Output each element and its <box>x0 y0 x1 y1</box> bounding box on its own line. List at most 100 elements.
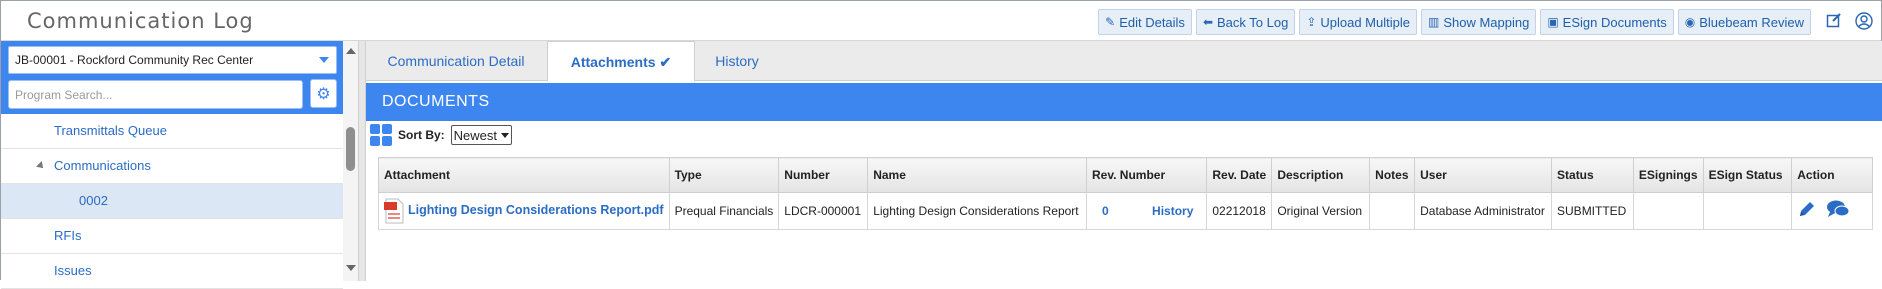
sidebar-item-communications[interactable]: Communications <box>1 149 343 184</box>
toolbar: ✎ Edit Details ⬅ Back To Log ⇪ Upload Mu… <box>1098 9 1811 35</box>
rev-number-cell: 0 History <box>1085 192 1208 230</box>
sidebar-item-label: 0002 <box>79 193 108 208</box>
comments-icon[interactable] <box>1826 200 1850 223</box>
show-mapping-label: Show Mapping <box>1443 14 1530 30</box>
esign-documents-label: ESign Documents <box>1562 14 1667 30</box>
back-to-log-label: Back To Log <box>1217 14 1289 30</box>
tab-label: Attachments <box>570 54 656 70</box>
sidebar: JB-00001 - Rockford Community Rec Center… <box>1 41 358 289</box>
edit-details-button[interactable]: ✎ Edit Details <box>1098 9 1192 35</box>
column-header[interactable]: Number <box>778 157 869 193</box>
tab-label: History <box>715 53 759 69</box>
user-icon[interactable] <box>1855 12 1873 30</box>
chevron-down-icon <box>319 57 329 63</box>
type-cell: Prequal Financials <box>668 192 780 230</box>
tab-attachments[interactable]: Attachments ✔ <box>547 41 695 82</box>
edit-details-label: Edit Details <box>1119 14 1185 30</box>
app-frame: Communication Log ✎ Edit Details ⬅ Back … <box>0 0 1882 289</box>
column-header[interactable]: Status <box>1551 157 1634 193</box>
name-cell: Lighting Design Considerations Report <box>867 192 1087 230</box>
attachment-cell: Lighting Design Considerations Report.pd… <box>378 192 670 230</box>
sort-controls: Sort By: Newest <box>370 123 513 147</box>
upload-multiple-label: Upload Multiple <box>1320 14 1410 30</box>
check-icon: ✔ <box>659 54 672 70</box>
column-header[interactable]: Type <box>668 157 780 193</box>
tab-history[interactable]: History <box>696 41 778 81</box>
sidebar-item-rfis[interactable]: RFIs <box>1 219 343 254</box>
gear-icon: ⚙ <box>316 85 331 103</box>
description-cell: Original Version <box>1271 192 1371 230</box>
sort-select[interactable]: Newest <box>450 125 513 145</box>
column-header[interactable]: Attachment <box>378 157 670 193</box>
rev-date-cell: 02212018 <box>1206 192 1273 230</box>
chevron-down-icon <box>501 132 510 138</box>
tab-communication-detail[interactable]: Communication Detail <box>366 41 546 81</box>
user-cell: Database Administrator <box>1414 192 1553 230</box>
column-header[interactable]: Notes <box>1369 157 1416 193</box>
edit-square-icon[interactable] <box>1825 12 1843 30</box>
column-header[interactable]: Action <box>1791 157 1873 193</box>
column-header[interactable]: User <box>1414 157 1553 193</box>
expand-triangle-icon[interactable] <box>36 161 46 171</box>
table-header-row: Attachment Type Number Name Rev. Number … <box>378 157 1873 193</box>
esign-status-cell <box>1702 192 1793 230</box>
job-selector-value: JB-00001 - Rockford Community Rec Center <box>15 53 254 67</box>
column-header[interactable]: Rev. Number <box>1085 157 1208 193</box>
attachment-link[interactable]: Lighting Design Considerations Report.pd… <box>408 203 664 217</box>
action-cell <box>1791 192 1873 230</box>
pdf-file-icon <box>384 198 404 224</box>
pencil-icon[interactable] <box>1797 201 1822 223</box>
sidebar-item-issues[interactable]: Issues <box>1 254 343 289</box>
table-row: Lighting Design Considerations Report.pd… <box>378 192 1873 230</box>
column-header[interactable]: ESign Status <box>1702 157 1793 193</box>
esign-documents-button[interactable]: ▣ ESign Documents <box>1540 9 1674 35</box>
grid-view-icon[interactable] <box>370 124 392 146</box>
arrow-left-icon: ⬅ <box>1202 15 1213 29</box>
esignings-cell <box>1632 192 1704 230</box>
sidebar-controls: JB-00001 - Rockford Community Rec Center… <box>1 41 343 114</box>
scroll-down-icon[interactable] <box>346 265 356 271</box>
documents-title: DOCUMENTS <box>382 93 490 110</box>
upload-multiple-button[interactable]: ⇪ Upload Multiple <box>1299 9 1417 35</box>
upload-icon: ⇪ <box>1306 15 1317 29</box>
sidebar-item-0002[interactable]: 0002 <box>1 184 343 219</box>
sort-label: Sort By: <box>398 128 445 142</box>
settings-button[interactable]: ⚙ <box>310 79 337 108</box>
pencil-icon: ✎ <box>1105 15 1116 29</box>
eye-icon: ◉ <box>1684 15 1696 29</box>
documents-table: Attachment Type Number Name Rev. Number … <box>378 157 1873 230</box>
column-header[interactable]: ESignings <box>1632 157 1704 193</box>
sidebar-scrollbar[interactable] <box>343 41 358 281</box>
documents-header: DOCUMENTS <box>366 83 1882 121</box>
sidebar-item-label: RFIs <box>54 228 82 243</box>
sort-select-value: Newest <box>453 127 498 143</box>
program-tree: Transmittals Queue Communications 0002 R… <box>1 114 343 289</box>
notes-cell <box>1369 192 1416 230</box>
scroll-up-icon[interactable] <box>346 48 356 54</box>
column-header[interactable]: Description <box>1271 157 1371 193</box>
sidebar-item-transmittals-queue[interactable]: Transmittals Queue <box>1 114 343 149</box>
sidebar-item-label: Transmittals Queue <box>54 123 167 138</box>
job-selector[interactable]: JB-00001 - Rockford Community Rec Center <box>8 46 337 74</box>
sidebar-item-label: Communications <box>54 158 151 173</box>
panel-splitter[interactable] <box>358 41 366 281</box>
back-to-log-button[interactable]: ⬅ Back To Log <box>1195 9 1296 35</box>
rev-number-link[interactable]: 0 <box>1102 204 1109 218</box>
bluebeam-review-label: Bluebeam Review <box>1699 14 1804 30</box>
column-header[interactable]: Rev. Date <box>1206 157 1273 193</box>
program-search-input[interactable] <box>8 80 303 109</box>
tab-bar: Communication Detail Attachments ✔ Histor… <box>366 41 1882 82</box>
main-content: Communication Detail Attachments ✔ Histor… <box>366 41 1882 281</box>
sidebar-item-label: Issues <box>54 263 92 278</box>
scrollbar-thumb[interactable] <box>346 127 355 171</box>
rev-history-link[interactable]: History <box>1152 204 1193 218</box>
app-header: Communication Log ✎ Edit Details ⬅ Back … <box>1 1 1881 41</box>
esign-icon: ▣ <box>1547 15 1559 29</box>
map-icon: ▥ <box>1427 15 1440 29</box>
column-header[interactable]: Name <box>867 157 1087 193</box>
number-cell: LDCR-000001 <box>778 192 869 230</box>
status-cell: SUBMITTED <box>1551 192 1634 230</box>
show-mapping-button[interactable]: ▥ Show Mapping <box>1420 9 1537 35</box>
tab-label: Communication Detail <box>387 53 525 69</box>
bluebeam-review-button[interactable]: ◉ Bluebeam Review <box>1677 9 1811 35</box>
